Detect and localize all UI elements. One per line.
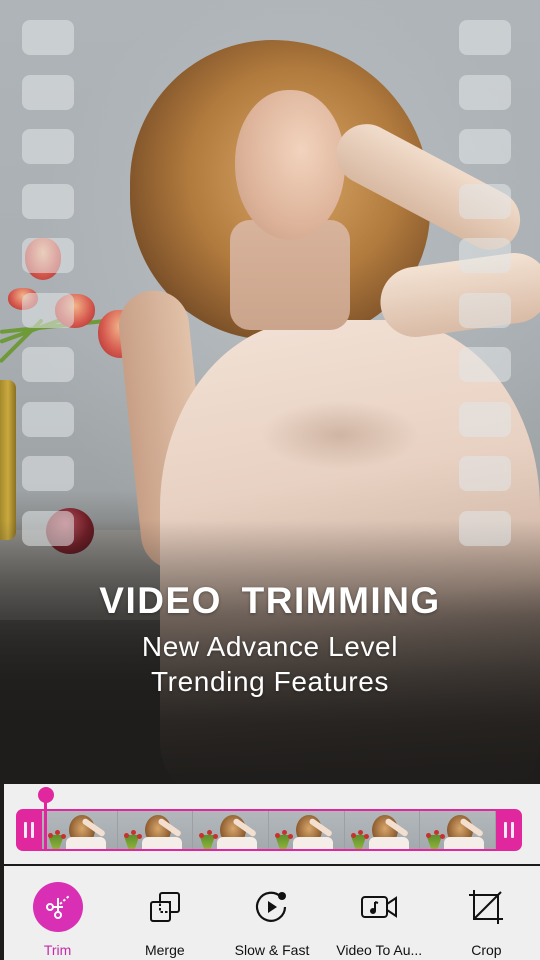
vase	[0, 380, 16, 540]
video-frame-thumbnail	[420, 811, 497, 849]
sprocket-hole	[22, 183, 74, 219]
sprocket-hole	[22, 74, 74, 110]
sprocket-hole	[459, 510, 511, 546]
woman-face	[235, 90, 345, 240]
trim-range-strip[interactable]	[16, 809, 522, 851]
sprocket-hole	[22, 129, 74, 164]
sprocket-hole	[459, 238, 511, 273]
merge-squares-icon	[140, 882, 190, 932]
headline-title: VIDEO TRIMMING	[99, 580, 441, 621]
sprocket-hole	[459, 292, 511, 328]
sprocket-hole	[459, 183, 511, 219]
tool-label: Slow & Fast	[234, 942, 310, 958]
trim-handle-left[interactable]	[16, 809, 42, 851]
sprocket-hole	[459, 129, 511, 164]
video-frame-thumbnail	[344, 811, 421, 849]
scissors-icon	[32, 882, 83, 932]
tool-label: Crop	[471, 942, 502, 958]
crop-icon	[461, 882, 511, 932]
trim-handle-right[interactable]	[496, 809, 522, 851]
sprocket-hole	[459, 20, 511, 55]
tool-trim[interactable]: Trim	[4, 866, 111, 960]
speed-play-icon	[247, 882, 297, 932]
pause-bars-icon	[24, 822, 27, 838]
tool-merge[interactable]: Merge	[111, 866, 218, 960]
tool-crop[interactable]: Crop	[433, 866, 540, 960]
playhead-line[interactable]	[43, 796, 47, 851]
video-frame-thumbnail	[117, 811, 194, 849]
playhead-knob[interactable]	[37, 787, 54, 803]
video-music-icon	[354, 882, 404, 932]
pause-bars-icon	[504, 822, 507, 838]
tool-label: Merge	[144, 942, 185, 958]
video-frames	[42, 811, 497, 849]
tool-label: Trim	[43, 942, 72, 958]
tool-label: Video To Au...	[336, 942, 423, 958]
headline-subtitle-line1: New Advance Level	[141, 631, 399, 662]
sprocket-hole	[22, 238, 74, 273]
film-sprockets-left	[22, 0, 74, 560]
sprocket-hole	[22, 292, 74, 328]
sprocket-hole	[22, 401, 74, 437]
sprocket-hole	[459, 74, 511, 110]
tool-slow-fast[interactable]: Slow & Fast	[218, 866, 325, 960]
sprocket-hole	[459, 456, 511, 491]
sprocket-hole	[459, 401, 511, 437]
video-frame-thumbnail	[193, 811, 270, 849]
tool-bar: Trim Merge Slow & Fast Video To Au... Cr…	[4, 866, 540, 960]
video-frame-thumbnail	[269, 811, 345, 849]
film-sprockets-right	[459, 0, 511, 560]
headline-subtitle-line2: Trending Features	[151, 666, 389, 697]
sprocket-hole	[22, 456, 74, 491]
sprocket-hole	[22, 510, 74, 546]
sprocket-hole	[459, 347, 511, 382]
sprocket-hole	[22, 20, 74, 55]
video-frame-thumbnail	[42, 811, 118, 849]
sprocket-hole	[22, 347, 74, 382]
tool-video-to-audio[interactable]: Video To Au...	[326, 866, 433, 960]
